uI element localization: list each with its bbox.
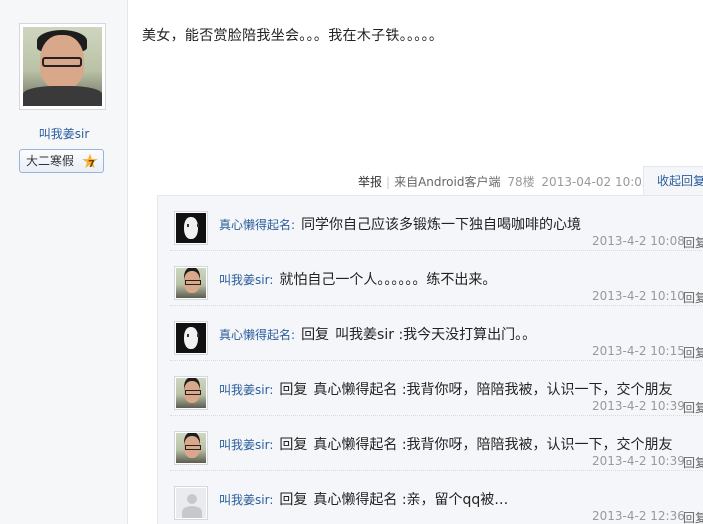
reply-colon: : <box>291 328 296 342</box>
reply-line: 真心懒得起名: 同学你自己应该多锻炼一下独自喝咖啡的心境 <box>219 214 581 234</box>
reply-avatar[interactable] <box>174 321 208 355</box>
reply-prefix: 回复 <box>279 492 308 508</box>
level-title: 大二寒假 <box>26 154 75 168</box>
reply-text: 同学你自己应该多锻炼一下独自喝咖啡的心境 <box>301 217 582 233</box>
reply-username[interactable]: 叫我姜sir <box>219 438 269 452</box>
reply-time: 2013-4-2 10:39 <box>592 399 685 413</box>
level-badge[interactable]: 大二寒假 ★ 7 <box>19 149 104 173</box>
reply-colon: : <box>269 438 274 452</box>
reply-colon: : <box>269 273 274 287</box>
reply-button[interactable]: 回复 <box>683 454 703 471</box>
reply-avatar[interactable] <box>174 376 208 410</box>
reply-avatar[interactable] <box>174 266 208 300</box>
reply-text: :我今天没打算出门。。 <box>398 327 537 343</box>
source-link[interactable]: Android客户端 <box>418 175 500 189</box>
reply-line: 叫我姜sir: 回复 真心懒得起名 :我背你呀，陪陪我被，认识一下，交个朋友 <box>219 434 673 454</box>
level-number: 7 <box>88 159 95 170</box>
collapse-replies-button[interactable]: 收起回复 <box>643 166 703 196</box>
reply-text: :我背你呀，陪陪我被，认识一下，交个朋友 <box>401 382 673 398</box>
avatar-photo <box>23 27 102 106</box>
reply-target-user[interactable]: 真心懒得起名 <box>313 437 397 453</box>
reply-time: 2013-4-2 10:15 <box>592 344 685 358</box>
reply-prefix: 回复 <box>279 437 308 453</box>
reply-target-user[interactable]: 叫我姜sir <box>335 327 394 343</box>
reply-item: 叫我姜sir: 回复 真心懒得起名 :我背你呀，陪陪我被，认识一下，交个朋友 2013… <box>158 361 703 416</box>
reply-button[interactable]: 回复 <box>683 399 703 416</box>
author-avatar[interactable] <box>19 23 106 110</box>
reply-colon: : <box>269 383 274 397</box>
avatar-image <box>176 378 206 408</box>
avatar-image <box>176 433 206 463</box>
reply-username[interactable]: 叫我姜sir <box>219 273 269 287</box>
reply-list: 真心懒得起名: 同学你自己应该多锻炼一下独自喝咖啡的心境 2013-4-2 10:0… <box>157 195 703 524</box>
reply-button[interactable]: 回复 <box>683 234 703 251</box>
reply-username[interactable]: 真心懒得起名 <box>219 328 291 342</box>
reply-item: 叫我姜sir: 回复 真心懒得起名 :我背你呀，陪陪我被，认识一下，交个朋友 2013… <box>158 416 703 471</box>
source-prefix: 来自 <box>394 175 419 189</box>
avatar-image <box>176 213 206 243</box>
reply-line: 真心懒得起名: 回复 叫我姜sir :我今天没打算出门。。 <box>219 324 536 344</box>
reply-username[interactable]: 叫我姜sir <box>219 493 269 507</box>
reply-item: 叫我姜sir: 回复 真心懒得起名 :亲，留个qq被… 2013-4-2 12:36 回… <box>158 471 703 524</box>
reply-colon: : <box>291 218 296 232</box>
author-sidebar: 叫我姜sir 大二寒假 ★ 7 <box>0 0 128 524</box>
reply-item: 叫我姜sir: 就怕自己一个人。。。。。。练不出来。 2013-4-2 10:10 回… <box>158 251 703 306</box>
default-avatar-icon <box>176 488 206 518</box>
reply-item: 真心懒得起名: 回复 叫我姜sir :我今天没打算出门。。 2013-4-2 10:1… <box>158 306 703 361</box>
post-datetime: 2013-04-02 10:02 <box>541 175 650 189</box>
reply-target-user[interactable]: 真心懒得起名 <box>313 382 397 398</box>
reply-line: 叫我姜sir: 回复 真心懒得起名 :亲，留个qq被… <box>219 489 508 509</box>
reply-avatar[interactable] <box>174 486 208 520</box>
reply-time: 2013-4-2 10:39 <box>592 454 685 468</box>
reply-button[interactable]: 回复 <box>683 509 703 524</box>
post-content: 美女，能否赏脸陪我坐会。。。我在木子铁。。。。。 <box>142 28 444 44</box>
reply-colon: : <box>269 493 274 507</box>
reply-prefix: 回复 <box>301 327 330 343</box>
reply-item: 真心懒得起名: 同学你自己应该多锻炼一下独自喝咖啡的心境 2013-4-2 10:0… <box>158 196 703 251</box>
reply-text: :亲，留个qq被… <box>401 492 509 508</box>
reply-button[interactable]: 回复 <box>683 344 703 361</box>
reply-text: :我背你呀，陪陪我被，认识一下，交个朋友 <box>401 437 673 453</box>
reply-button[interactable]: 回复 <box>683 289 703 306</box>
reply-text: 就怕自己一个人。。。。。。练不出来。 <box>279 272 497 288</box>
reply-prefix: 回复 <box>279 382 308 398</box>
reply-avatar[interactable] <box>174 211 208 245</box>
reply-time: 2013-4-2 10:08 <box>592 234 685 248</box>
avatar-image <box>176 323 206 353</box>
post-meta: 举报 | 来自Android客户端 78楼 2013-04-02 10:02 <box>358 175 650 189</box>
reply-username[interactable]: 真心懒得起名 <box>219 218 291 232</box>
reply-line: 叫我姜sir: 回复 真心懒得起名 :我背你呀，陪陪我被，认识一下，交个朋友 <box>219 379 673 399</box>
reply-target-user[interactable]: 真心懒得起名 <box>313 492 397 508</box>
report-link[interactable]: 举报 <box>358 175 382 189</box>
reply-line: 叫我姜sir: 就怕自己一个人。。。。。。练不出来。 <box>219 269 496 289</box>
floor-number: 78楼 <box>507 175 535 189</box>
avatar-image <box>176 268 206 298</box>
reply-time: 2013-4-2 12:36 <box>592 509 685 523</box>
reply-username[interactable]: 叫我姜sir <box>219 383 269 397</box>
reply-avatar[interactable] <box>174 431 208 465</box>
reply-time: 2013-4-2 10:10 <box>592 289 685 303</box>
author-username[interactable]: 叫我姜sir <box>0 125 128 142</box>
